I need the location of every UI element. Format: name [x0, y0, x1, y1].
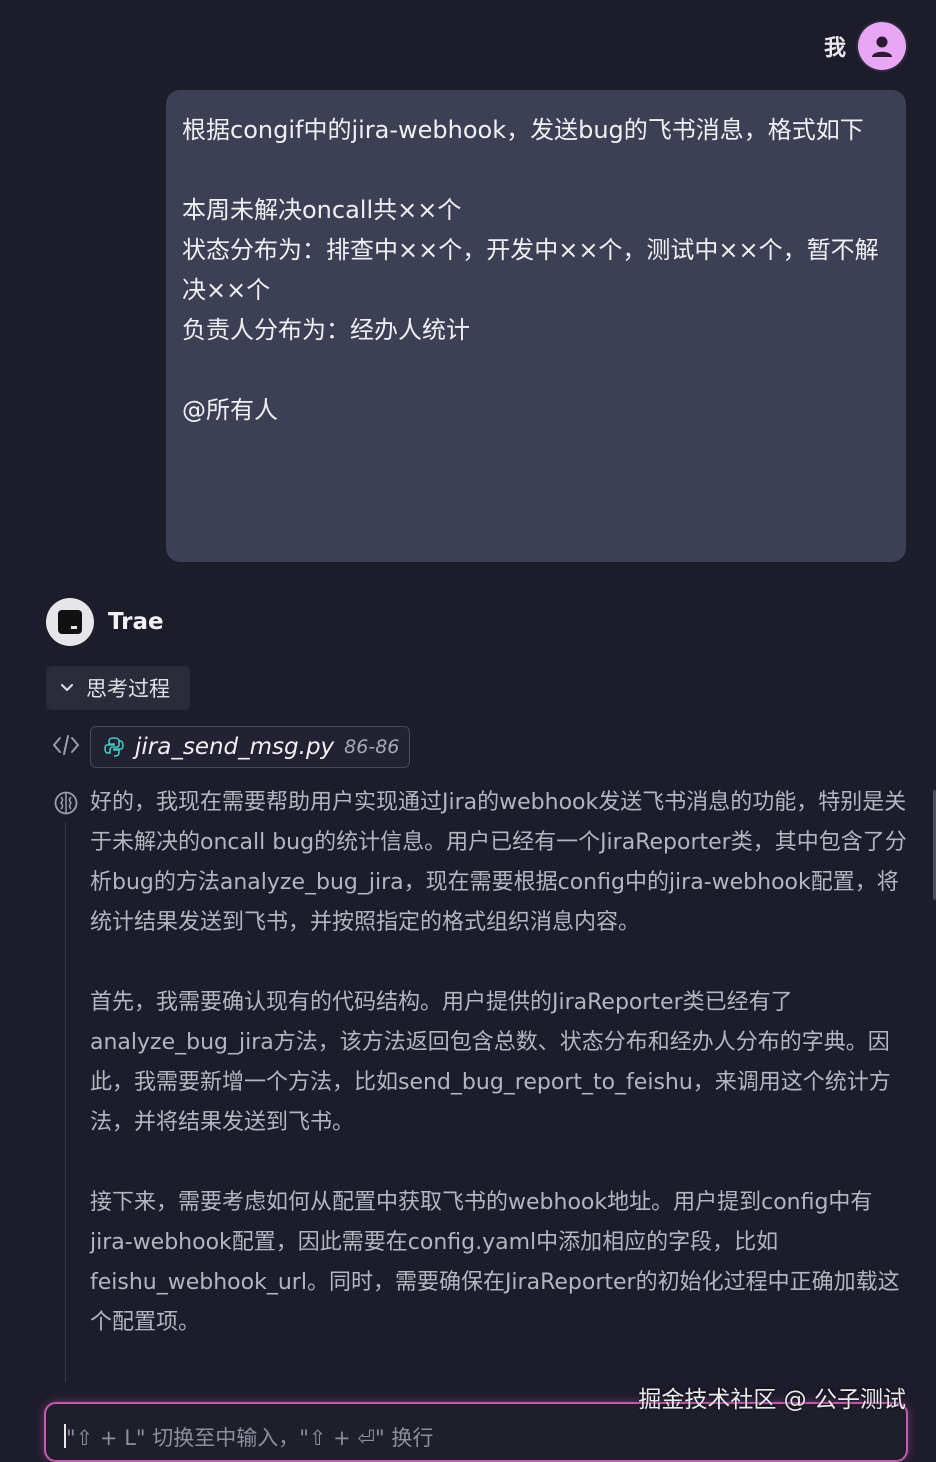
thinking-paragraph: 好的，我现在需要帮助用户实现通过Jira的webhook发送飞书消息的功能，特别… — [90, 790, 907, 935]
brain-icon — [54, 791, 78, 815]
chat-input-placeholder: "⇧ + L" 切换至中输入，"⇧ + ⏎" 换行 — [66, 1426, 434, 1450]
watermark: 掘金技术社区 @ 公子测试 — [638, 1387, 906, 1413]
person-icon — [872, 36, 892, 57]
user-message-bubble: 根据congif中的jira-webhook，发送bug的飞书消息，格式如下 本… — [166, 90, 906, 562]
python-icon — [104, 737, 124, 757]
thinking-paragraph: 接下来，需要考虑如何从配置中获取飞书的webhook地址。用户提到config中… — [90, 1190, 900, 1335]
chevron-down-icon — [60, 683, 74, 692]
user-name: 我 — [823, 36, 846, 61]
assistant-header: Trae — [46, 598, 164, 646]
thinking-process-label: 思考过程 — [86, 677, 170, 701]
thinking-process-toggle[interactable]: 思考过程 — [46, 666, 190, 710]
file-line-range: 86-86 — [344, 736, 400, 758]
thinking-content: 好的，我现在需要帮助用户实现通过Jira的webhook发送飞书消息的功能，特别… — [90, 783, 908, 1383]
user-message-text: 根据congif中的jira-webhook，发送bug的飞书消息，格式如下 本… — [182, 116, 879, 424]
thinking-divider — [65, 822, 66, 1382]
thinking-paragraph: 首先，我需要确认现有的代码结构。用户提供的JiraReporter类已经有了an… — [90, 990, 891, 1135]
trae-logo-icon — [46, 598, 94, 646]
user-header: 我 — [824, 22, 906, 70]
user-avatar[interactable] — [858, 22, 906, 70]
code-icon — [53, 735, 79, 755]
file-reference-chip[interactable]: jira_send_msg.py 86-86 — [90, 726, 411, 768]
assistant-name: Trae — [108, 609, 164, 635]
file-name: jira_send_msg.py — [135, 734, 335, 760]
